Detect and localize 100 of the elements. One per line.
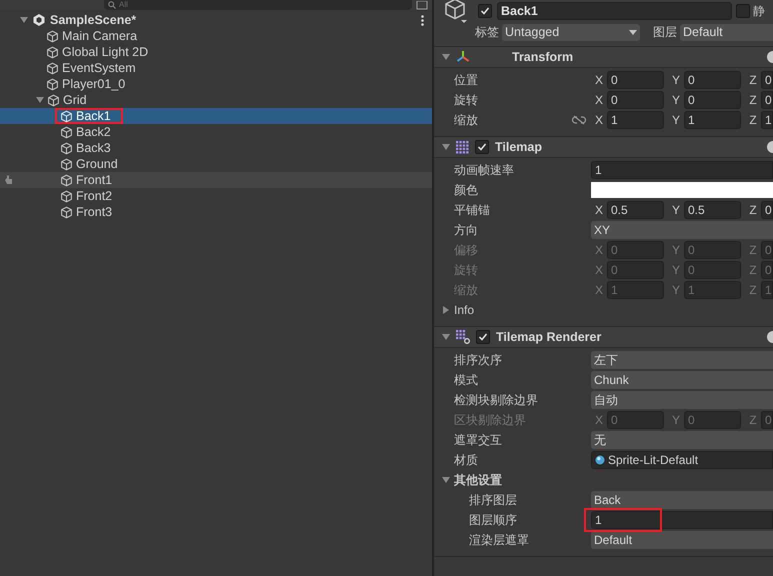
window-icon[interactable] — [416, 0, 428, 10]
number-field[interactable]: 0 — [607, 71, 664, 89]
component-title: Transform — [512, 48, 574, 66]
dropdown[interactable]: 左下 — [591, 351, 773, 369]
number-field[interactable]: 0 — [761, 91, 773, 109]
grid-icon — [456, 140, 469, 154]
property-label: 动画帧速率 — [454, 162, 515, 179]
number-field[interactable]: 0.5 — [684, 201, 741, 219]
axis-label: Y — [670, 72, 681, 89]
hierarchy-item[interactable]: Back2 — [0, 124, 432, 140]
dropdown[interactable]: 自动 — [591, 391, 773, 409]
property-label: 位置 — [454, 72, 479, 89]
foldout-label[interactable]: Info — [454, 301, 474, 319]
axis-label: Z — [748, 412, 758, 429]
dropdown[interactable]: Back — [591, 491, 773, 509]
component-header[interactable]: Tilemap — [434, 137, 773, 158]
dropdown[interactable]: XY — [591, 221, 773, 239]
axis-label: X — [594, 262, 604, 279]
hierarchy-item[interactable]: Global Light 2D — [0, 44, 432, 60]
number-field[interactable]: 1 — [761, 111, 773, 129]
item-name: Ground — [76, 158, 118, 170]
hierarchy-item[interactable]: EventSystem — [0, 60, 432, 76]
property-label: 材质 — [454, 452, 479, 469]
component-header[interactable]: Tilemap Renderer — [434, 327, 773, 348]
name-field[interactable]: Back1 — [497, 2, 732, 20]
expand-triangle-icon[interactable] — [442, 53, 450, 61]
expand-triangle-icon[interactable] — [442, 476, 450, 484]
axis-label: Z — [748, 92, 758, 109]
cube-icon — [60, 174, 73, 186]
hierarchy-item[interactable]: Front1 — [0, 172, 432, 188]
number-field[interactable]: 0 — [684, 71, 741, 89]
foldout-label[interactable]: 其他设置 — [454, 471, 502, 489]
enable-checkbox[interactable] — [476, 330, 490, 344]
expand-triangle-icon[interactable] — [442, 333, 450, 341]
component-header[interactable]: Transform — [434, 47, 773, 68]
cube-icon — [47, 94, 60, 106]
property-label: 颜色 — [454, 182, 479, 199]
caret-icon — [629, 30, 637, 34]
item-name: Player01_0 — [62, 78, 126, 90]
active-checkbox[interactable] — [478, 4, 492, 18]
hierarchy-item[interactable]: Main Camera — [0, 28, 432, 44]
color-swatch[interactable] — [591, 182, 773, 198]
axis-label: Y — [670, 242, 681, 259]
axis-label: X — [594, 282, 604, 299]
hierarchy-item[interactable]: Back1 — [0, 108, 432, 124]
dropdown[interactable]: 无 — [591, 431, 773, 449]
expand-triangle-icon[interactable] — [36, 96, 44, 104]
axis-label: Z — [748, 112, 758, 129]
axis-label: Z — [748, 72, 758, 89]
checkmark-icon — [478, 332, 488, 342]
item-name: Grid — [63, 94, 87, 106]
property-label: 检测块剔除边界 — [454, 392, 539, 409]
cube-icon[interactable] — [444, 0, 468, 24]
item-name: Front3 — [76, 206, 112, 218]
hierarchy-item[interactable]: Back3 — [0, 140, 432, 156]
number-field[interactable]: 0.5 — [607, 201, 664, 219]
item-name: Front1 — [76, 174, 112, 186]
checkmark-icon — [477, 142, 487, 152]
cube-icon — [46, 62, 59, 74]
axis-label: Z — [748, 202, 758, 219]
axis-label: Y — [670, 202, 681, 219]
number-field[interactable]: 1 — [607, 111, 664, 129]
grid-brush-icon — [456, 330, 470, 344]
axis-label: Y — [670, 262, 681, 279]
static-checkbox[interactable] — [736, 4, 750, 18]
hierarchy-item[interactable]: Front2 — [0, 188, 432, 204]
number-field[interactable]: 0 — [607, 91, 664, 109]
axis-label: X — [594, 412, 604, 429]
expand-triangle-icon[interactable] — [20, 16, 28, 24]
property-label: 遮罩交互 — [454, 432, 503, 449]
component-title: Tilemap Renderer — [496, 328, 602, 346]
hand-cursor-icon — [2, 174, 14, 186]
axis-label: Y — [670, 92, 681, 109]
enable-checkbox[interactable] — [475, 140, 489, 154]
number-field[interactable]: 1 — [684, 111, 741, 129]
number-field[interactable]: 0 — [761, 71, 773, 89]
dropdown[interactable]: Default — [591, 531, 773, 549]
item-name: EventSystem — [62, 62, 136, 74]
dropdown[interactable]: Chunk — [591, 371, 773, 389]
expand-triangle-icon[interactable] — [442, 143, 450, 151]
hierarchy-item[interactable]: Ground — [0, 156, 432, 172]
object-field[interactable]: Sprite-Lit-Default — [591, 451, 773, 469]
tag-dropdown[interactable]: Untagged — [502, 24, 640, 40]
hierarchy-item[interactable]: Front3 — [0, 204, 432, 220]
unlinked-chain-icon[interactable] — [572, 115, 586, 125]
number-field[interactable]: 1 — [591, 161, 773, 179]
hierarchy-item[interactable]: Grid — [0, 92, 432, 108]
layer-dropdown[interactable]: Default — [680, 24, 773, 40]
hierarchy-item[interactable]: Player01_0 — [0, 76, 432, 92]
property-label: 缩放 — [454, 112, 479, 129]
property-label: 平铺锚 — [454, 202, 491, 219]
search-icon — [108, 1, 116, 9]
collapse-triangle-icon[interactable] — [442, 306, 450, 314]
tag-label: 标签 — [475, 24, 499, 41]
number-field[interactable]: 1 — [591, 511, 773, 529]
property-label: 方向 — [454, 222, 479, 239]
more-options-icon[interactable] — [421, 14, 424, 26]
number-field[interactable]: 0 — [684, 91, 741, 109]
axis-label: X — [594, 72, 604, 89]
number-field[interactable]: 0 — [761, 201, 773, 219]
